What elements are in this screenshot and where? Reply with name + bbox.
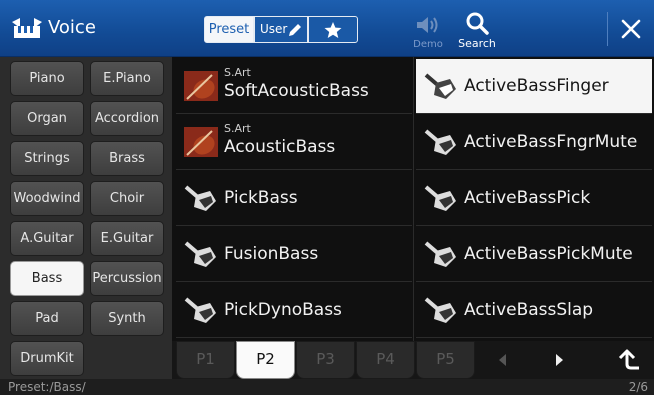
electric-bass-icon bbox=[424, 129, 456, 155]
next-page-icon[interactable] bbox=[550, 351, 568, 369]
voice-name: AcousticBass bbox=[224, 137, 336, 157]
star-icon bbox=[324, 22, 342, 38]
page-tab-p3[interactable]: P3 bbox=[296, 341, 355, 379]
category-piano[interactable]: Piano bbox=[10, 61, 84, 96]
demo-label: Demo bbox=[413, 39, 443, 50]
category-organ[interactable]: Organ bbox=[10, 101, 84, 136]
electric-bass-icon bbox=[424, 297, 456, 323]
column-divider bbox=[413, 57, 414, 341]
category-a-guitar[interactable]: A.Guitar bbox=[10, 221, 84, 256]
voice-name: ActiveBassSlap bbox=[464, 300, 594, 320]
category-e-guitar[interactable]: E.Guitar bbox=[90, 221, 164, 256]
voice-item[interactable]: FusionBass bbox=[176, 227, 412, 282]
category-drumkit[interactable]: DrumKit bbox=[10, 341, 84, 376]
page-bar: P1 P2 P3 P4 P5 bbox=[172, 341, 654, 379]
voice-name: ActiveBassFngrMute bbox=[464, 132, 638, 152]
voice-tag: S.Art bbox=[224, 66, 251, 79]
category-brass[interactable]: Brass bbox=[90, 141, 164, 176]
voice-name: SoftAcousticBass bbox=[224, 81, 369, 101]
page-tab-p5[interactable]: P5 bbox=[416, 341, 475, 379]
close-icon[interactable] bbox=[619, 17, 643, 41]
up-folder-icon[interactable] bbox=[615, 348, 641, 372]
category-panel: Piano E.Piano Organ Accordion Strings Br… bbox=[0, 57, 172, 379]
voice-name: PickBass bbox=[224, 188, 298, 208]
tab-favorite[interactable] bbox=[308, 16, 358, 43]
electric-bass-icon bbox=[424, 241, 456, 267]
voice-item[interactable]: S.Art SoftAcousticBass bbox=[176, 59, 412, 114]
voice-name: ActiveBassPick bbox=[464, 188, 591, 208]
electric-bass-icon bbox=[184, 241, 216, 267]
category-percussion[interactable]: Percussion bbox=[90, 261, 164, 296]
header-bar: Voice Preset User Demo Search bbox=[0, 0, 654, 57]
voice-item[interactable]: ActiveBassFinger bbox=[416, 59, 652, 114]
acoustic-bass-icon bbox=[184, 127, 218, 157]
voice-item[interactable]: ActiveBassPickMute bbox=[416, 227, 652, 282]
category-pad[interactable]: Pad bbox=[10, 301, 84, 336]
tab-user-label: User bbox=[260, 22, 288, 36]
voice-item[interactable]: ActiveBassPick bbox=[416, 171, 652, 226]
category-accordion[interactable]: Accordion bbox=[90, 101, 164, 136]
page-indicator: 2/6 bbox=[628, 380, 648, 394]
current-path: Preset:/Bass/ bbox=[8, 380, 86, 394]
page-tab-p1[interactable]: P1 bbox=[176, 341, 235, 379]
voice-item[interactable]: PickDynoBass bbox=[176, 283, 412, 338]
speaker-icon bbox=[417, 17, 438, 33]
page-title: Voice bbox=[48, 17, 96, 38]
keyboard-icon bbox=[12, 18, 42, 38]
status-bar: Preset:/Bass/ 2/6 bbox=[0, 379, 654, 395]
page-tab-p4[interactable]: P4 bbox=[356, 341, 415, 379]
voice-name: ActiveBassFinger bbox=[464, 76, 609, 96]
category-bass[interactable]: Bass bbox=[10, 261, 84, 296]
category-synth[interactable]: Synth bbox=[90, 301, 164, 336]
page-tab-p2[interactable]: P2 bbox=[236, 341, 295, 379]
tab-preset[interactable]: Preset bbox=[204, 16, 254, 43]
voice-name: PickDynoBass bbox=[224, 300, 342, 320]
electric-bass-icon bbox=[424, 185, 456, 211]
voice-name: FusionBass bbox=[224, 244, 319, 264]
voice-tag: S.Art bbox=[224, 122, 251, 135]
acoustic-bass-icon bbox=[184, 71, 218, 101]
electric-bass-icon bbox=[184, 185, 216, 211]
voice-item[interactable]: ActiveBassSlap bbox=[416, 283, 652, 338]
voice-item[interactable]: ActiveBassFngrMute bbox=[416, 115, 652, 170]
prev-page-icon[interactable] bbox=[494, 351, 512, 369]
demo-button[interactable]: Demo bbox=[410, 12, 446, 52]
header-divider bbox=[607, 12, 608, 46]
search-icon bbox=[466, 12, 489, 35]
voice-item[interactable]: PickBass bbox=[176, 171, 412, 226]
voice-list: S.Art SoftAcousticBass ActiveBassFinger … bbox=[172, 57, 654, 341]
search-label: Search bbox=[458, 37, 496, 50]
category-woodwind[interactable]: Woodwind bbox=[10, 181, 84, 216]
tab-user[interactable]: User bbox=[254, 16, 308, 43]
electric-bass-icon bbox=[424, 73, 456, 99]
voice-name: ActiveBassPickMute bbox=[464, 244, 633, 264]
pencil-icon bbox=[289, 24, 301, 36]
electric-bass-icon bbox=[184, 297, 216, 323]
voice-item[interactable]: S.Art AcousticBass bbox=[176, 115, 412, 170]
category-choir[interactable]: Choir bbox=[90, 181, 164, 216]
category-e-piano[interactable]: E.Piano bbox=[90, 61, 164, 96]
category-strings[interactable]: Strings bbox=[10, 141, 84, 176]
search-button[interactable]: Search bbox=[455, 10, 499, 52]
